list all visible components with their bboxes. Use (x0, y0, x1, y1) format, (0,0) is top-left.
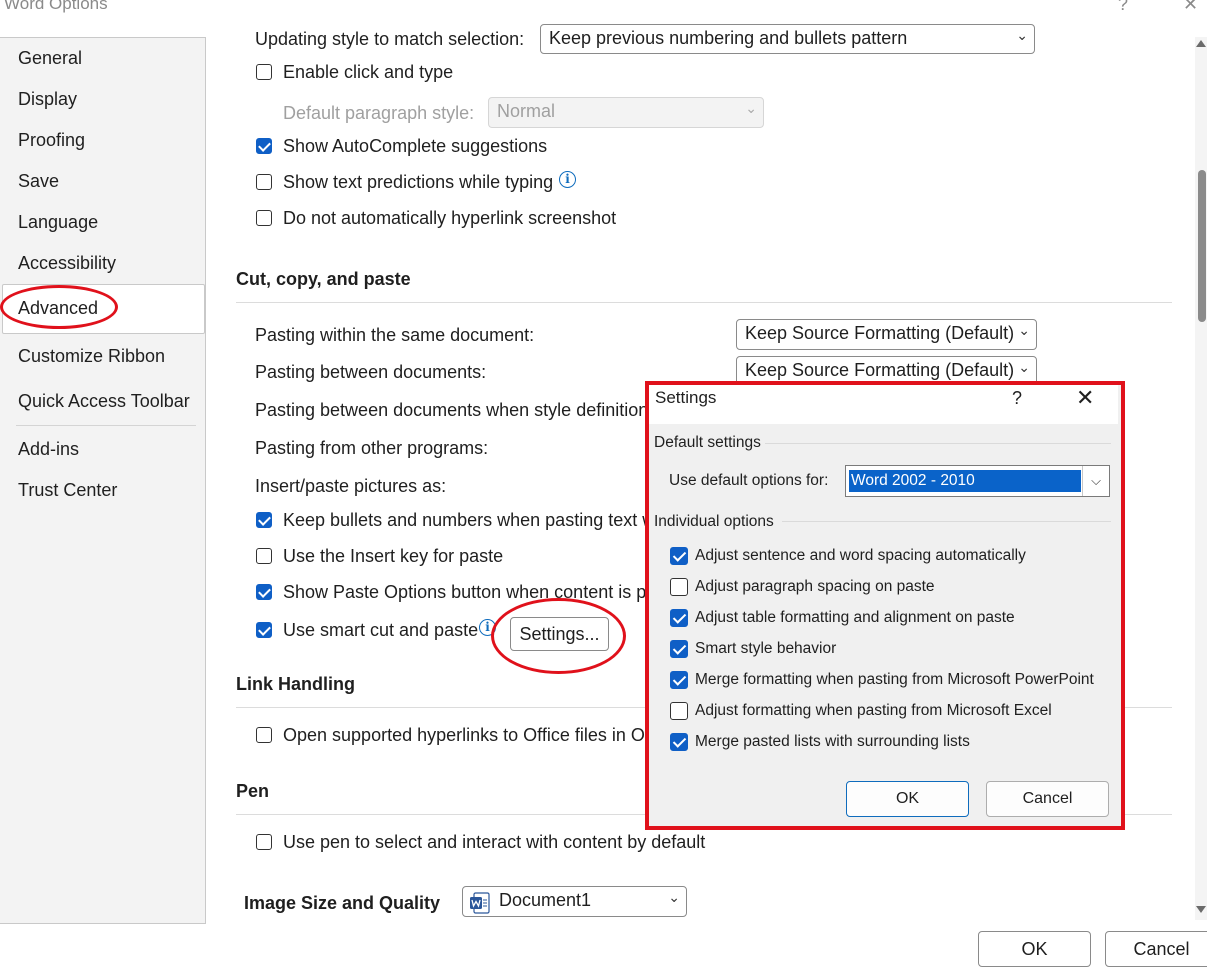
sidebar-item-quick-access-toolbar[interactable]: Quick Access Toolbar (18, 391, 190, 412)
between-documents-value: Keep Source Formatting (Default) (745, 360, 1015, 380)
open-hyperlinks-checkbox[interactable] (256, 727, 272, 743)
sidebar-item-accessibility[interactable]: Accessibility (18, 253, 116, 274)
annotation-circle-advanced (0, 285, 118, 329)
annotation-circle-settings (491, 598, 626, 674)
show-paste-options-checkbox[interactable] (256, 584, 272, 600)
close-icon[interactable]: ✕ (1183, 0, 1198, 15)
insert-pictures-label: Insert/paste pictures as: (255, 476, 447, 496)
scroll-up-icon[interactable] (1196, 40, 1206, 47)
chevron-down-icon: ⌄ (668, 889, 680, 905)
show-autocomplete-label: Show AutoComplete suggestions (283, 136, 548, 156)
sidebar-item-display[interactable]: Display (18, 89, 77, 110)
other-programs-label: Pasting from other programs: (255, 438, 489, 458)
show-paste-options-label: Show Paste Options button when content i… (283, 582, 647, 602)
updating-style-dropdown[interactable]: Keep previous numbering and bullets patt… (540, 24, 1035, 54)
enable-click-type-checkbox[interactable] (256, 64, 272, 80)
show-autocomplete-checkbox[interactable] (256, 138, 272, 154)
word-document-icon (470, 892, 490, 914)
show-text-predictions-checkbox[interactable] (256, 174, 272, 190)
chevron-down-icon: ⌄ (1018, 322, 1030, 338)
scrollbar-thumb[interactable] (1198, 170, 1206, 322)
sidebar-item-add-ins[interactable]: Add-ins (18, 439, 79, 460)
help-icon[interactable]: ? (1118, 0, 1128, 15)
annotation-rectangle-dialog (645, 381, 1125, 830)
section-divider (236, 302, 1172, 303)
keep-bullets-checkbox[interactable] (256, 512, 272, 528)
no-auto-hyperlink-checkbox[interactable] (256, 210, 272, 226)
ok-button[interactable]: OK (978, 931, 1091, 967)
style-conflict-label: Pasting between documents when style def… (255, 400, 658, 420)
enable-click-type-label: Enable click and type (283, 62, 454, 82)
image-quality-heading: Image Size and Quality (244, 893, 441, 913)
smart-cut-paste-label: Use smart cut and paste (283, 620, 479, 640)
cancel-button[interactable]: Cancel (1105, 931, 1207, 967)
link-handling-heading: Link Handling (236, 674, 355, 694)
no-auto-hyperlink-label: Do not automatically hyperlink screensho… (283, 208, 617, 228)
keep-bullets-label: Keep bullets and numbers when pasting te… (283, 510, 656, 530)
default-paragraph-style-label: Default paragraph style: (283, 103, 475, 123)
chevron-down-icon: ⌄ (1016, 27, 1028, 43)
sidebar-item-language[interactable]: Language (18, 212, 98, 233)
show-text-predictions-label: Show text predictions while typing (283, 172, 554, 192)
use-pen-label: Use pen to select and interact with cont… (283, 832, 706, 852)
use-insert-key-label: Use the Insert key for paste (283, 546, 504, 566)
chevron-down-icon: ⌄ (745, 100, 757, 116)
image-quality-document-dropdown[interactable]: Document1 ⌄ (462, 886, 687, 917)
info-icon[interactable]: i (559, 171, 576, 188)
within-document-label: Pasting within the same document: (255, 325, 535, 345)
scroll-down-icon[interactable] (1196, 906, 1206, 913)
sidebar-divider (16, 425, 196, 426)
use-insert-key-checkbox[interactable] (256, 548, 272, 564)
sidebar-item-trust-center[interactable]: Trust Center (18, 480, 117, 501)
pen-heading: Pen (236, 781, 270, 801)
between-documents-label: Pasting between documents: (255, 362, 487, 382)
sidebar-item-save[interactable]: Save (18, 171, 59, 192)
sidebar-item-customize-ribbon[interactable]: Customize Ribbon (18, 346, 165, 367)
sidebar-item-general[interactable]: General (18, 48, 82, 69)
sidebar-item-proofing[interactable]: Proofing (18, 130, 85, 151)
window-title: Word Options (4, 0, 108, 13)
open-hyperlinks-label: Open supported hyperlinks to Office file… (283, 725, 645, 745)
smart-cut-paste-checkbox[interactable] (256, 622, 272, 638)
updating-style-label: Updating style to match selection: (255, 29, 525, 49)
chevron-down-icon: ⌄ (1018, 359, 1030, 375)
default-paragraph-style-dropdown[interactable]: Normal ⌄ (488, 97, 764, 128)
updating-style-value: Keep previous numbering and bullets patt… (549, 28, 908, 48)
default-paragraph-style-value: Normal (497, 101, 556, 121)
within-document-dropdown[interactable]: Keep Source Formatting (Default) ⌄ (736, 319, 1037, 350)
use-pen-checkbox[interactable] (256, 834, 272, 850)
within-document-value: Keep Source Formatting (Default) (745, 323, 1015, 343)
cut-copy-paste-heading: Cut, copy, and paste (236, 269, 411, 289)
